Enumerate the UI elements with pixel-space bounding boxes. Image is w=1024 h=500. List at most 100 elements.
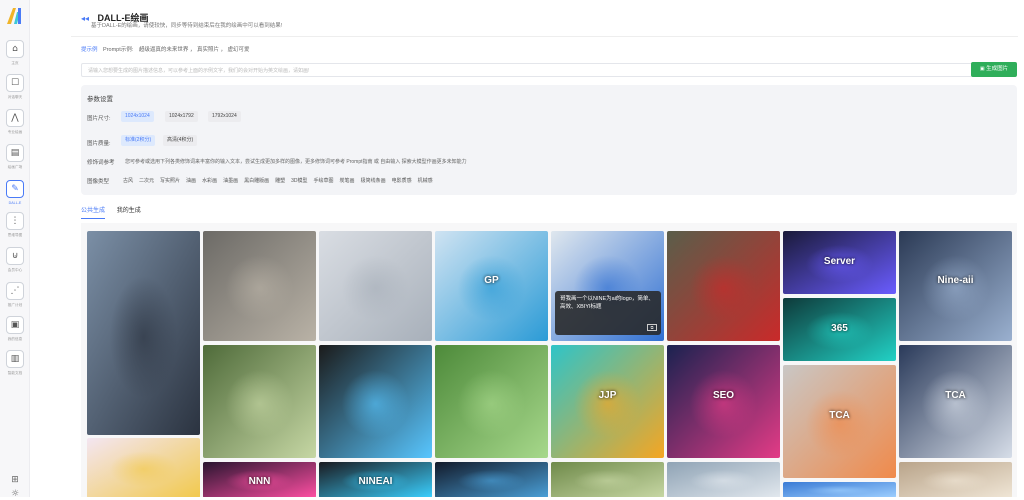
image-caption: NNN [248, 476, 271, 488]
image-icon: ▣ [979, 66, 985, 72]
sidebar-item-label: 智能文档 [7, 370, 23, 375]
prompt-input[interactable]: 请输入您想要生成的图片描述信息，可以参考上面的示例文字，我们的会对开始为英文绘画… [81, 63, 995, 77]
sidebar-item[interactable]: ⋀ 专业绘画 [0, 109, 30, 135]
quality-option[interactable]: 高清(4积分) [163, 135, 198, 146]
sidebar-item[interactable]: ▤ 绘画广场 [0, 144, 30, 170]
prompt-examples-label: Prompt示例: [103, 47, 134, 53]
image-gallery: GP Server Nine-aii JJP SEO 365 TCA TCA N… [81, 223, 1017, 497]
image-type-option[interactable]: 二次元 [139, 178, 154, 184]
image-type-option[interactable]: 黑白雕版画 [244, 178, 269, 184]
dalle-icon: ✎ [6, 180, 24, 198]
image-caption: TCA [829, 410, 850, 422]
divider [71, 36, 1018, 37]
quality-option[interactable]: 标准(2积分) [121, 135, 156, 146]
chat-icon: ☐ [6, 74, 24, 92]
seo-logo-image[interactable]: SEO [667, 345, 780, 458]
size-option[interactable]: 1024x1024 [121, 111, 154, 122]
sidebar-item[interactable]: ✎ DALL-E [0, 180, 30, 205]
sidebar-item[interactable]: ⊍ 会员中心 [0, 247, 30, 273]
panda-branch-image[interactable] [203, 345, 316, 458]
gpt-logo-image[interactable]: GP [435, 231, 548, 341]
image-caption: SEO [712, 390, 735, 402]
main-content: ◂◂ DALL-E绘画 基于DALL-E的绘画，请使较快，同步等待到结束后在我的… [31, 0, 1024, 497]
prompt-example[interactable]: 虚幻可爱 [228, 47, 250, 53]
nnn-neon-image[interactable]: NNN [203, 462, 316, 497]
image-type-option[interactable]: 3D模型 [291, 178, 307, 184]
sidebar-item[interactable]: ▥ 智能文档 [0, 350, 30, 376]
image-type-option[interactable]: 油墨画 [223, 178, 238, 184]
sidebar-item[interactable]: ⋮ 思维导图 [0, 212, 30, 238]
mario-twins-image[interactable] [319, 231, 432, 341]
sidebar-item[interactable]: ⋰ 推广计划 [0, 282, 30, 308]
draw-icon: ⋀ [6, 109, 24, 127]
workshop-image[interactable] [203, 231, 316, 341]
server-image[interactable]: Server [783, 231, 896, 294]
sidebar-item[interactable]: ☐ 对话聊天 [0, 74, 30, 100]
image-type-option[interactable]: 雕塑 [275, 178, 285, 184]
prompt-tooltip: 哥我画一个以NINE为ai的logo，简单、高效、XBIYI标题 ⧉ [555, 291, 661, 335]
image-type-option[interactable]: 水彩画 [202, 178, 217, 184]
city-night-image[interactable] [435, 462, 548, 497]
settings-title: 参数设置 [87, 96, 113, 103]
quality-label: 图片质量: [87, 141, 111, 147]
sidebar-item-label: 会员中心 [7, 267, 23, 272]
settings-panel: 参数设置 图片尺寸: 1024x1024 1024x1792 1792x1024… [81, 85, 1017, 195]
gift-icon[interactable]: ⊞ [9, 474, 21, 486]
blue-screen-image[interactable] [783, 482, 896, 497]
size-option[interactable]: 1024x1792 [165, 111, 198, 122]
prompt-lead: 提示例 [81, 47, 98, 53]
image-type-option[interactable]: 手绘草图 [314, 178, 334, 184]
anime-girl-image[interactable] [87, 438, 200, 497]
user-info-icon: ▣ [6, 316, 24, 334]
gallery-tabs: 公共生成 我的生成 [81, 205, 151, 219]
cart-icon: ⊍ [6, 247, 24, 265]
mindmap-icon: ⋮ [6, 212, 24, 230]
image-type-option[interactable]: 古风 [123, 178, 133, 184]
superhero-image[interactable] [87, 231, 200, 435]
jjp-logo-image[interactable]: JJP [551, 345, 664, 458]
theme-icon[interactable]: ☼ [9, 488, 21, 500]
prompt-examples: 提示例 Prompt示例: 超级逼真的未来世界 ， 真实照片 ， 虚幻可爱 [81, 47, 250, 53]
bamboo-image[interactable] [551, 462, 664, 497]
size-label: 图片尺寸: [87, 116, 111, 122]
home-icon: ⌂ [6, 40, 24, 58]
image-caption: GP [484, 275, 499, 286]
ai-logo-icon[interactable] [5, 6, 25, 26]
image-caption: TCA [945, 390, 966, 402]
glass-building-image[interactable] [667, 462, 780, 497]
image-type-option[interactable]: 机械感 [418, 178, 433, 184]
sidebar-item-label: DALL-E [8, 200, 22, 205]
image-type-option[interactable]: 极简线条画 [361, 178, 386, 184]
tab-public[interactable]: 公共生成 [81, 205, 106, 219]
image-type-list: 古风 二次元 写实照片 油画 水彩画 油墨画 黑白雕版画 雕塑 3D模型 手绘草图 炭笔画 极简线条画… [123, 177, 439, 184]
ninea-dark-image[interactable]: NINEAI [319, 462, 432, 497]
gallery-icon: ▤ [6, 144, 24, 162]
interior-image[interactable] [899, 462, 1012, 497]
back-arrow-icon[interactable]: ◂◂ [81, 14, 89, 23]
365-logo-image[interactable]: 365 [783, 298, 896, 361]
nine-ai-image[interactable]: Nine-aii [899, 231, 1012, 341]
image-type-option[interactable]: 炭笔画 [340, 178, 355, 184]
image-type-option[interactable]: 电影质感 [392, 178, 412, 184]
size-option[interactable]: 1792x1024 [208, 111, 241, 122]
modifier-label: 修饰词参考 [87, 160, 115, 166]
image-type-option[interactable]: 油画 [186, 178, 196, 184]
sidebar-item-label: 对话聊天 [7, 94, 23, 99]
image-caption: Server [823, 256, 856, 268]
rose-image[interactable] [667, 231, 780, 341]
image-caption: 365 [831, 323, 848, 335]
sidebar-item[interactable]: ▣ 我的信息 [0, 316, 30, 342]
prompt-example[interactable]: 超级逼真的未来世界 [139, 47, 189, 53]
tab-mine[interactable]: 我的生成 [117, 205, 141, 218]
sidebar-item[interactable]: ⌂ 主页 [0, 40, 30, 66]
robot-panda-image[interactable] [319, 345, 432, 458]
copy-icon[interactable]: ⧉ [647, 324, 657, 331]
tca-dark-image[interactable]: TCA [899, 345, 1012, 458]
sidebar-item-label: 我的信息 [7, 336, 23, 341]
generate-button[interactable]: ▣ 生成图片 [971, 62, 1017, 77]
panda-forest-image[interactable] [435, 345, 548, 458]
prompt-example[interactable]: 真实照片 [197, 47, 219, 53]
image-type-option[interactable]: 写实照片 [160, 178, 180, 184]
tca-orange-image[interactable]: TCA [783, 365, 896, 478]
doc-icon: ▥ [6, 350, 24, 368]
